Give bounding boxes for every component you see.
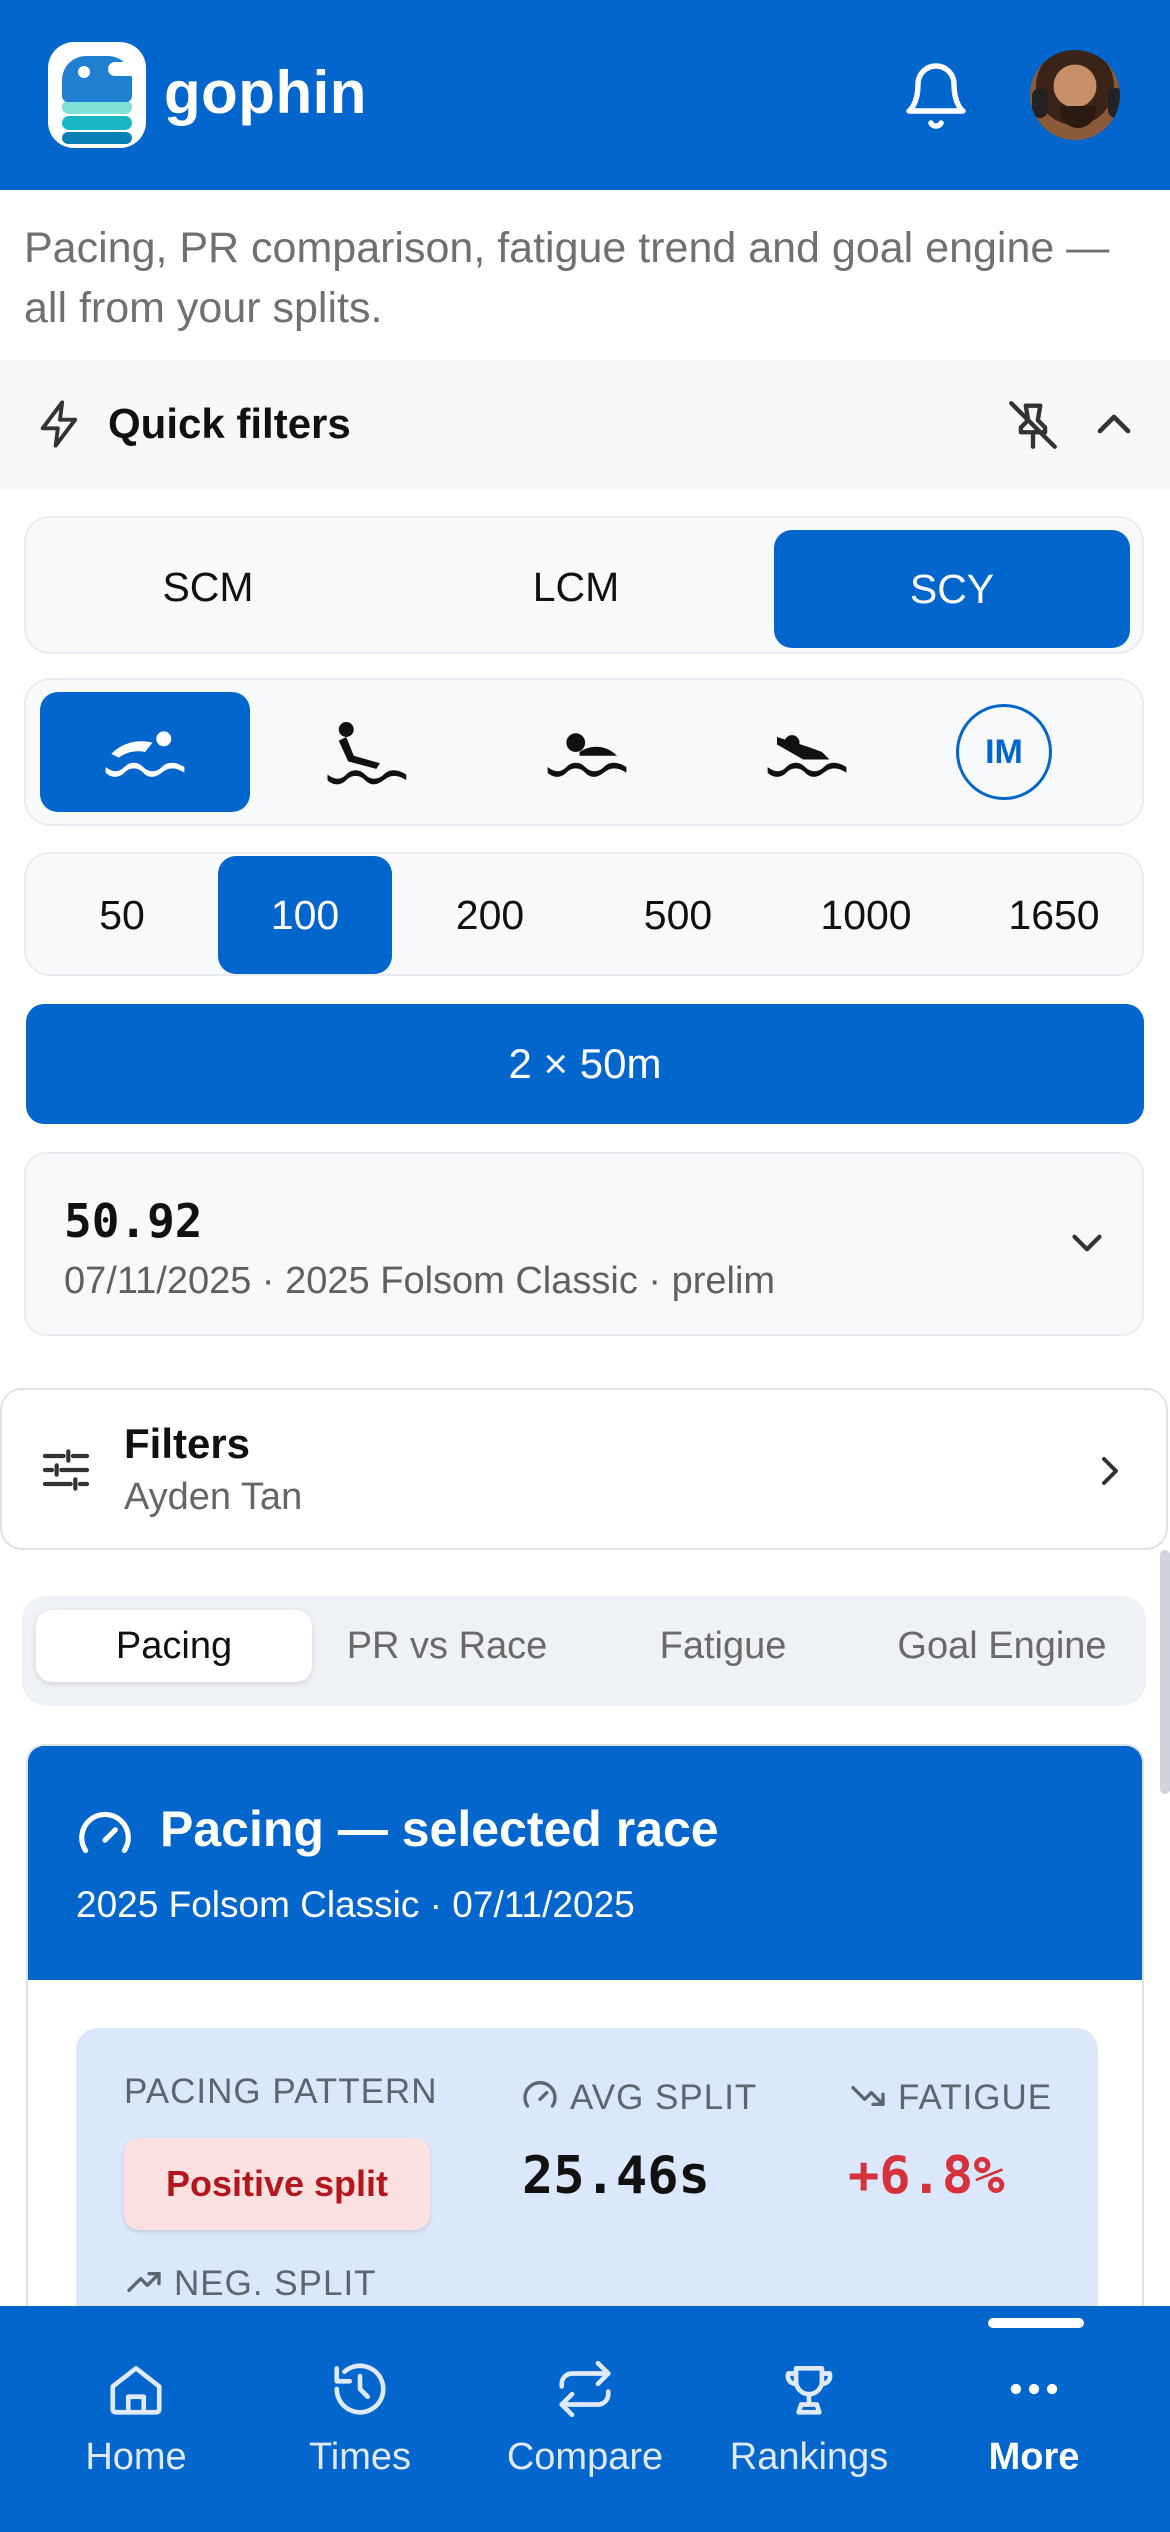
quick-filters-title: Quick filters [108,400,351,447]
gopher-logo-icon[interactable] [48,42,146,148]
distance-option-1650[interactable]: 1650 [966,856,1142,974]
distance-selector: 50 100 200 500 1000 1650 [24,852,1144,976]
brand-name: gophin [164,59,367,126]
history-icon [334,2363,386,2415]
backstroke-swimmer-icon [327,722,407,785]
chevron-down-icon[interactable] [1062,1218,1112,1268]
nav-label-more: More [988,2436,1080,2478]
pacing-pattern-badge: Positive split [124,2138,430,2230]
nav-item-rankings[interactable]: Rankings [716,2306,902,2532]
selected-time-value: 50.92 [64,1194,203,1248]
stroke-selector: IM [24,678,1144,826]
trending-down-icon [851,2086,885,2106]
nav-item-compare[interactable]: Compare [492,2306,678,2532]
chevron-right-icon[interactable] [1086,1444,1134,1498]
filters-card[interactable]: Filters Ayden Tan [0,1388,1168,1550]
distance-option-500[interactable]: 500 [590,856,766,974]
unpin-icon[interactable] [1004,396,1062,454]
home-icon [110,2366,162,2415]
nav-item-home[interactable]: Home [44,2306,228,2532]
course-option-scm[interactable]: SCM [30,528,386,646]
app-header: gophin [0,0,1170,190]
bell-icon[interactable] [900,60,972,132]
course-selector: SCM LCM SCY [24,516,1144,654]
nav-item-more[interactable]: More [942,2306,1126,2532]
course-option-lcm[interactable]: LCM [398,528,754,646]
nav-label-compare: Compare [506,2436,664,2478]
pacing-pattern-label: PACING PATTERN [124,2072,438,2111]
filters-swimmer-name: Ayden Tan [124,1476,303,1518]
freestyle-swimmer-icon [105,731,185,777]
tab-fatigue[interactable]: Fatigue [588,1610,858,1682]
trophy-icon [785,2366,833,2415]
selected-time-meta: 07/11/2025 · 2025 Folsom Classic · preli… [64,1260,776,1302]
trending-up-icon [127,2272,161,2292]
nav-item-times[interactable]: Times [268,2306,452,2532]
stroke-option-freestyle[interactable] [40,692,250,812]
selected-time-card[interactable]: 50.92 07/11/2025 · 2025 Folsom Classic ·… [24,1152,1144,1336]
nav-label-home: Home [85,2436,187,2478]
scrollbar[interactable] [1160,1550,1170,1794]
more-icon [1010,2383,1058,2395]
analysis-tabs: Pacing PR vs Race Fatigue Goal Engine [22,1596,1146,1706]
tab-pr-vs-race[interactable]: PR vs Race [312,1610,582,1682]
stroke-option-backstroke[interactable] [260,692,470,812]
avg-split-label: AVG SPLIT [570,2078,758,2117]
chevron-up-icon[interactable] [1086,396,1142,452]
nav-label-times: Times [308,2436,412,2478]
nav-label-rankings: Rankings [729,2436,889,2478]
butterfly-swimmer-icon [767,735,847,777]
bottom-nav: Home Times Compare Rankings More [0,2306,1170,2532]
tab-goal-engine[interactable]: Goal Engine [862,1610,1142,1682]
pacing-subtitle: 2025 Folsom Classic · 07/11/2025 [76,1884,635,1925]
breaststroke-swimmer-icon [547,733,627,777]
fatigue-label: FATIGUE [898,2078,1053,2117]
bolt-icon [40,400,78,448]
distance-option-50[interactable]: 50 [34,856,210,974]
distance-option-100[interactable]: 100 [218,856,392,974]
filters-title: Filters [124,1420,251,1467]
sliders-icon [42,1449,90,1491]
tab-pacing[interactable]: Pacing [36,1610,312,1682]
avatar[interactable] [1026,46,1124,144]
stroke-option-breaststroke[interactable] [482,692,692,812]
stroke-option-butterfly[interactable] [702,692,912,812]
fatigue-value: +6.8% [848,2146,1005,2206]
pacing-title: Pacing — selected race [160,1801,719,1857]
quick-filters-header[interactable]: Quick filters [0,360,1170,490]
neg-split-label: NEG. SPLIT [174,2264,377,2303]
distance-option-200[interactable]: 200 [402,856,578,974]
page-subtitle: Pacing, PR comparison, fatigue trend and… [24,224,1110,332]
relay-button[interactable]: 2 × 50m [26,1004,1144,1124]
course-option-scy[interactable]: SCY [774,530,1130,648]
gauge-icon [79,1811,131,1854]
distance-option-1000[interactable]: 1000 [778,856,954,974]
compare-icon [559,2360,611,2418]
stroke-option-im[interactable]: IM [956,704,1052,800]
pacing-card-header: Pacing — selected race 2025 Folsom Class… [28,1746,1142,1980]
avg-split-value: 25.46s [522,2146,710,2206]
gauge-icon [523,2081,557,2108]
